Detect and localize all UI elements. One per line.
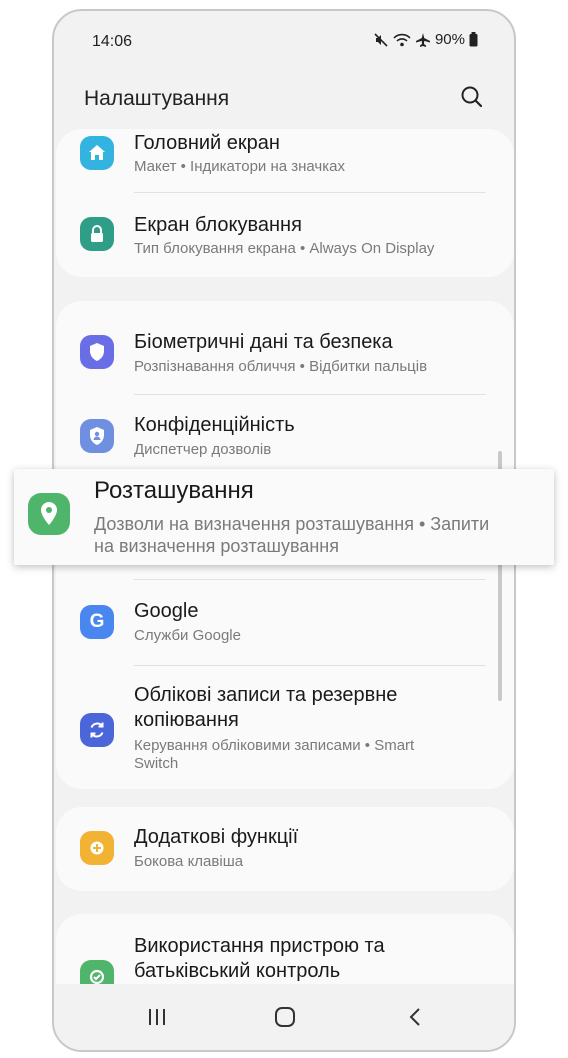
airplane-icon	[415, 32, 431, 48]
search-icon	[461, 86, 483, 108]
back-icon	[409, 1008, 420, 1026]
item-subtitle: Диспетчер дозволів	[134, 441, 272, 458]
location-pin-icon	[28, 493, 70, 535]
settings-item-privacy[interactable]: Конфіденційність Диспетчер дозволів	[56, 395, 514, 477]
search-button[interactable]	[458, 83, 486, 111]
item-subtitle: Дозволи на визначення розташування • Зап…	[94, 514, 490, 556]
status-time: 14:06	[92, 33, 133, 50]
item-subtitle: Керування обліковими записами • Smart Sw…	[134, 737, 415, 772]
settings-item-advanced-features[interactable]: Додаткові функції Бокова клавіша	[56, 807, 514, 891]
header: Налаштування	[54, 69, 514, 129]
home-button[interactable]	[270, 1002, 300, 1032]
home-nav-icon	[275, 1007, 295, 1027]
status-icons: 90%	[373, 31, 478, 48]
settings-item-home-screen[interactable]: Головний екран Макет • Індикатори на зна…	[56, 129, 514, 193]
divider	[134, 579, 486, 580]
settings-card-advanced: Додаткові функції Бокова клавіша	[56, 807, 514, 891]
recent-apps-button[interactable]	[142, 1002, 172, 1032]
status-bar: 14:06 90%	[54, 11, 514, 69]
item-subtitle: Розпізнавання обличчя • Відбитки пальців	[134, 358, 428, 375]
shield-icon	[80, 335, 114, 369]
settings-item-lock-screen[interactable]: Екран блокування Тип блокування екрана •…	[56, 193, 514, 277]
item-title: Використання пристрою та батьківський ко…	[134, 935, 385, 982]
settings-item-location-highlighted[interactable]: Розташування Дозволи на визначення розта…	[14, 469, 554, 565]
settings-item-google[interactable]: G Google Служби Google	[56, 581, 514, 663]
settings-item-biometrics[interactable]: Біометричні дані та безпека Розпізнаванн…	[56, 301, 514, 393]
item-subtitle: Макет • Індикатори на значках	[134, 158, 345, 175]
privacy-shield-icon	[80, 419, 114, 453]
battery-icon	[469, 32, 478, 47]
home-icon	[80, 136, 114, 170]
item-title: Екран блокування	[134, 214, 302, 236]
sync-icon	[80, 713, 114, 747]
battery-percent: 90%	[434, 31, 465, 48]
item-title: Додаткові функції	[134, 826, 299, 848]
item-title: Головний екран	[134, 132, 280, 154]
item-subtitle: Бокова клавіша	[134, 853, 244, 870]
wifi-icon	[393, 32, 411, 48]
page-title: Налаштування	[84, 87, 230, 110]
mute-icon	[373, 32, 389, 48]
item-subtitle: Тип блокування екрана • Always On Displa…	[134, 240, 435, 257]
google-icon: G	[80, 605, 114, 639]
settings-item-accounts-backup[interactable]: Облікові записи та резервне копіювання К…	[56, 667, 514, 789]
divider	[134, 665, 486, 666]
navigation-bar	[54, 984, 514, 1050]
item-title: Біометричні дані та безпека	[134, 331, 393, 353]
item-subtitle: Служби Google	[134, 627, 241, 644]
item-title: Облікові записи та резервне копіювання	[134, 684, 398, 731]
item-title: Google	[134, 600, 199, 622]
recent-apps-icon	[149, 1009, 165, 1025]
back-button[interactable]	[400, 1002, 430, 1032]
item-title: Розташування	[94, 477, 254, 504]
lock-icon	[80, 217, 114, 251]
gear-plus-icon	[80, 831, 114, 865]
item-title: Конфіденційність	[134, 414, 295, 436]
settings-card-display: Головний екран Макет • Індикатори на зна…	[56, 129, 514, 277]
